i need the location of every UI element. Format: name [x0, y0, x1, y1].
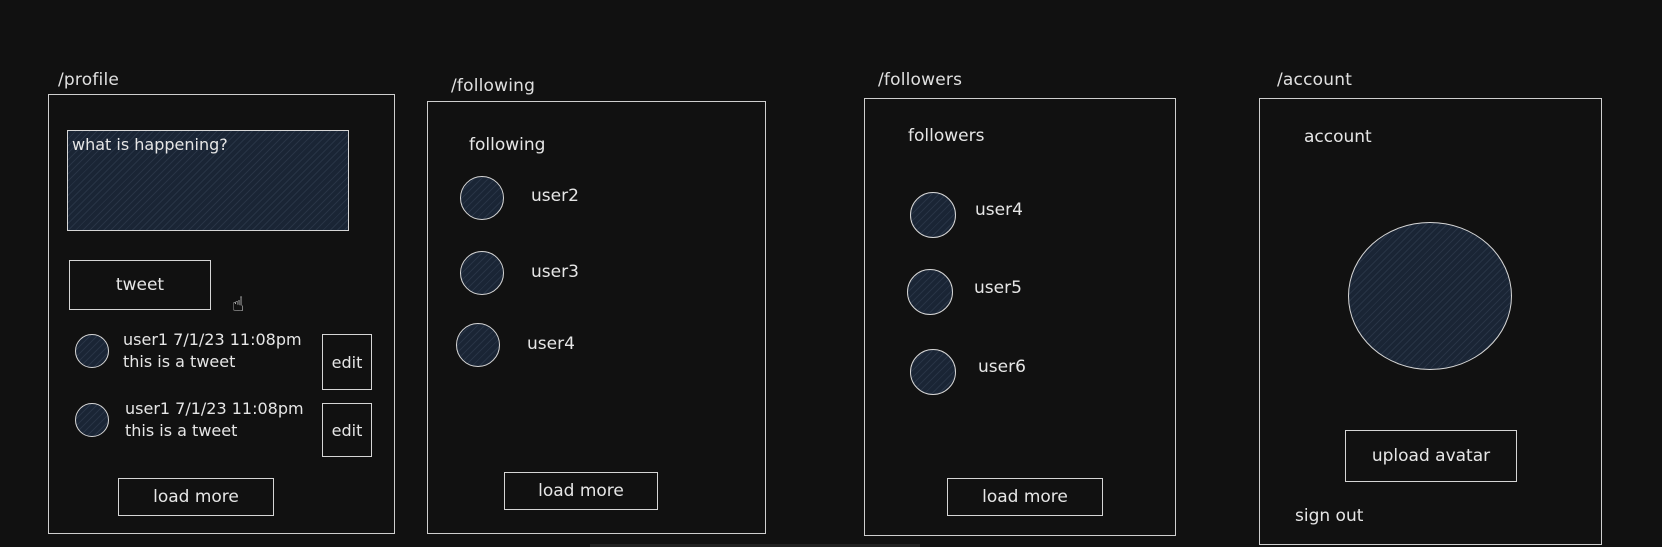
tweet-meta: user1 7/1/23 11:08pm	[125, 399, 304, 418]
following-route-label: /following	[451, 76, 536, 96]
edit-button[interactable]: edit	[322, 403, 372, 457]
following-user[interactable]: user2	[531, 186, 579, 206]
tweet-textarea[interactable]: what is happening?	[67, 130, 349, 231]
load-more-button[interactable]: load more	[947, 478, 1103, 516]
tweet-text: this is a tweet	[123, 352, 236, 371]
upload-avatar-button[interactable]: upload avatar	[1345, 430, 1517, 482]
profile-route-label: /profile	[58, 70, 120, 90]
followers-heading: followers	[908, 126, 985, 146]
avatar[interactable]	[907, 269, 953, 315]
followers-frame	[864, 98, 1176, 536]
sign-out-link[interactable]: sign out	[1295, 506, 1363, 526]
following-user[interactable]: user3	[531, 262, 579, 282]
tweet-textarea-placeholder: what is happening?	[72, 135, 228, 154]
following-frame	[427, 101, 766, 534]
following-user[interactable]: user4	[527, 334, 575, 354]
tweet-button[interactable]: tweet	[69, 260, 211, 310]
followers-user[interactable]: user5	[974, 278, 1022, 298]
load-more-button[interactable]: load more	[504, 472, 658, 510]
tweet-meta: user1 7/1/23 11:08pm	[123, 330, 302, 349]
avatar[interactable]	[75, 334, 109, 368]
tweet-text: this is a tweet	[125, 421, 238, 440]
followers-user[interactable]: user6	[978, 357, 1026, 377]
account-heading: account	[1304, 127, 1372, 147]
avatar[interactable]	[910, 349, 956, 395]
avatar[interactable]	[75, 403, 109, 437]
avatar-preview	[1348, 222, 1512, 370]
followers-route-label: /followers	[878, 70, 963, 90]
following-heading: following	[469, 135, 546, 155]
edit-button[interactable]: edit	[322, 334, 372, 390]
avatar[interactable]	[910, 192, 956, 238]
avatar[interactable]	[460, 176, 504, 220]
load-more-button[interactable]: load more	[118, 478, 274, 516]
hand-pointer-icon: ☝	[232, 292, 245, 316]
followers-user[interactable]: user4	[975, 200, 1023, 220]
avatar[interactable]	[456, 323, 500, 367]
avatar[interactable]	[460, 251, 504, 295]
account-route-label: /account	[1277, 70, 1353, 90]
